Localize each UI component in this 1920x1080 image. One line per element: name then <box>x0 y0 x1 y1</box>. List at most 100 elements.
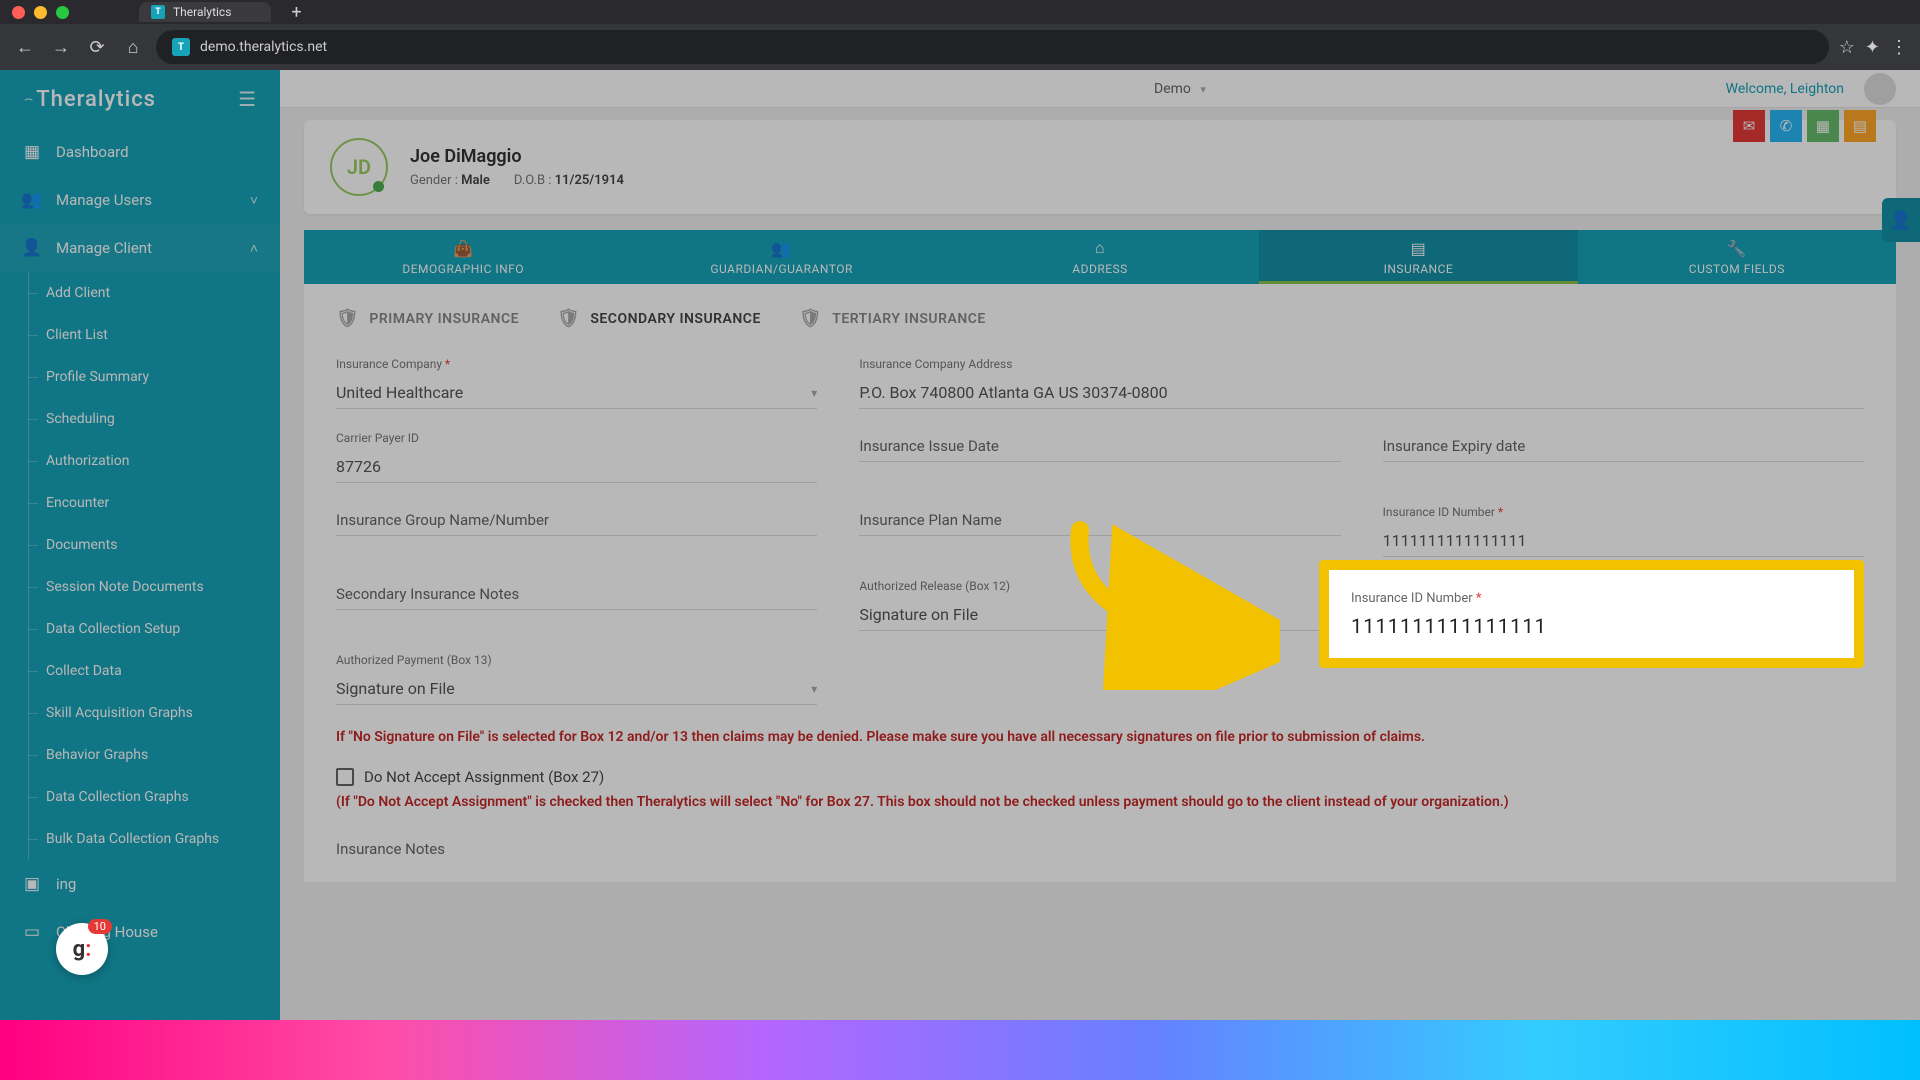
sidebar-sub-add-client[interactable]: Add Client <box>0 272 280 314</box>
ins-tab-secondary[interactable]: 🛡 SECONDARY INSURANCE <box>557 308 761 329</box>
extensions-icon[interactable]: ✦ <box>1865 37 1880 58</box>
insurance-notes-label: Insurance Notes <box>336 840 1864 858</box>
field-secondary-notes[interactable]: Secondary Insurance Notes <box>336 579 817 631</box>
sidebar-sub-client-list[interactable]: Client List <box>0 314 280 356</box>
sidebar-sub-authorization[interactable]: Authorization <box>0 440 280 482</box>
client-name: Joe DiMaggio <box>410 146 624 167</box>
browser-tab[interactable]: T Theralytics <box>139 2 271 22</box>
chevron-down-icon: ▾ <box>811 386 817 400</box>
back-button[interactable]: ← <box>12 34 38 60</box>
field-authorized-release[interactable]: Authorized Release (Box 12) Signature on… <box>859 579 1340 631</box>
do-not-accept-assignment-row[interactable]: Do Not Accept Assignment (Box 27) <box>336 768 1864 786</box>
new-tab-button[interactable]: + <box>291 2 301 23</box>
sidebar-sub-profile-summary[interactable]: Profile Summary <box>0 356 280 398</box>
sidebar-item-label: Manage Client <box>56 239 236 257</box>
sidebar-sub-scheduling[interactable]: Scheduling <box>0 398 280 440</box>
dashboard-icon: ▦ <box>22 142 42 162</box>
sidebar-item-manage-client[interactable]: 👤 Manage Client ˄ <box>0 224 280 272</box>
tab-insurance[interactable]: ▤ INSURANCE <box>1259 230 1577 284</box>
sidebar-sub-session-note-documents[interactable]: Session Note Documents <box>0 566 280 608</box>
field-issue-date[interactable]: Insurance Issue Date <box>859 431 1340 483</box>
chevron-down-icon: ▾ <box>811 682 817 696</box>
sidebar-sub-encounter[interactable]: Encounter <box>0 482 280 524</box>
logo-row: ⌢ Theralytics ☰ <box>0 70 280 128</box>
maximize-window-icon[interactable] <box>56 6 69 19</box>
signature-warning: If "No Signature on File" is selected fo… <box>336 727 1864 748</box>
tab-demographic-info[interactable]: 👜 DEMOGRAPHIC INFO <box>304 230 622 284</box>
reload-button[interactable]: ⟳ <box>84 34 110 60</box>
floating-help-widget[interactable]: g: 10 <box>56 923 108 975</box>
insurance-sub-tabs: 🛡 PRIMARY INSURANCE 🛡 SECONDARY INSURANC… <box>336 308 1864 329</box>
home-button[interactable]: ⌂ <box>120 34 146 60</box>
tab-title: Theralytics <box>173 5 231 19</box>
wrench-icon: 🔧 <box>1727 239 1747 258</box>
sidebar-sub-bulk-data-collection-graphs[interactable]: Bulk Data Collection Graphs <box>0 818 280 860</box>
calendar-icon[interactable]: ▤ <box>1844 110 1876 142</box>
sidebar-sub-data-collection-setup[interactable]: Data Collection Setup <box>0 608 280 650</box>
mail-icon[interactable]: ✉ <box>1733 110 1765 142</box>
field-authorized-payment[interactable]: Authorized Payment (Box 13) Signature on… <box>336 653 817 705</box>
sidebar-sub-data-collection-graphs[interactable]: Data Collection Graphs <box>0 776 280 818</box>
ins-tab-tertiary[interactable]: 🛡 TERTIARY INSURANCE <box>799 308 986 329</box>
field-group-name[interactable]: Insurance Group Name/Number <box>336 505 817 557</box>
document-icon: ▤ <box>1411 239 1427 258</box>
sidebar-item-label: Dashboard <box>56 143 258 161</box>
field-insurance-id-number[interactable]: Insurance ID Number * 1111111111111111 <box>1383 505 1864 557</box>
forward-button[interactable]: → <box>48 34 74 60</box>
field-insurance-company[interactable]: Insurance Company * United Healthcare▾ <box>336 357 817 409</box>
sidebar-item-billing-partial[interactable]: ▣ ing <box>0 860 280 908</box>
sidebar-sub-collect-data[interactable]: Collect Data <box>0 650 280 692</box>
tab-custom-fields[interactable]: 🔧 CUSTOM FIELDS <box>1578 230 1896 284</box>
highlight-insurance-id: Insurance ID Number * 1111111111111111 <box>1319 560 1864 668</box>
tab-guardian-guarantor[interactable]: 👥 GUARDIAN/GUARANTOR <box>622 230 940 284</box>
sidebar-sub-documents[interactable]: Documents <box>0 524 280 566</box>
url-text: demo.theralytics.net <box>200 39 327 55</box>
sidebar-item-manage-users[interactable]: 👥 Manage Users ˅ <box>0 176 280 224</box>
shield-icon: 🛡 <box>557 308 580 329</box>
floating-user-button[interactable]: 👤 <box>1882 198 1920 242</box>
sidebar-sub-skill-acquisition-graphs[interactable]: Skill Acquisition Graphs <box>0 692 280 734</box>
chevron-down-icon: ▾ <box>1200 83 1206 96</box>
client-header-card: JD Joe DiMaggio Gender : Male D.O.B : 11… <box>304 120 1896 214</box>
bookmark-icon[interactable]: ☆ <box>1839 37 1855 58</box>
people-icon: 👥 <box>771 239 791 258</box>
field-carrier-payer-id[interactable]: Carrier Payer ID 87726 <box>336 431 817 483</box>
field-expiry-date[interactable]: Insurance Expiry date <box>1383 431 1864 483</box>
grid-icon[interactable]: ▦ <box>1807 110 1839 142</box>
browser-toolbar: ← → ⟳ ⌂ T demo.theralytics.net ☆ ✦ ⋮ <box>0 24 1920 70</box>
sidebar-item-dashboard[interactable]: ▦ Dashboard <box>0 128 280 176</box>
user-avatar[interactable] <box>1864 73 1896 105</box>
ins-tab-primary[interactable]: 🛡 PRIMARY INSURANCE <box>336 308 519 329</box>
calendar-icon: ▣ <box>22 874 42 894</box>
sidebar-item-label: Manage Users <box>56 191 236 209</box>
browser-tab-strip: T Theralytics + <box>0 0 1920 24</box>
topbar: Demo ▾ Welcome, Leighton <box>280 70 1920 108</box>
widget-logo-icon: g: <box>73 937 92 962</box>
sidebar-item-label: ing <box>56 875 258 893</box>
checkbox-icon[interactable] <box>336 768 354 786</box>
tab-favicon-icon: T <box>151 5 165 19</box>
browser-menu-icon[interactable]: ⋮ <box>1890 37 1908 58</box>
tab-address[interactable]: ⌂ ADDRESS <box>941 230 1259 284</box>
client-action-icons: ✉ ✆ ▦ ▤ <box>1733 110 1876 142</box>
highlight-value: 1111111111111111 <box>1351 614 1832 638</box>
org-selector[interactable]: Demo ▾ <box>1154 81 1206 97</box>
site-favicon-icon: T <box>172 38 190 56</box>
main-content: Demo ▾ Welcome, Leighton JD Joe DiMaggio… <box>280 70 1920 1020</box>
sidebar-sub-behavior-graphs[interactable]: Behavior Graphs <box>0 734 280 776</box>
notification-badge: 10 <box>88 919 112 934</box>
assignment-warning: (If "Do Not Accept Assignment" is checke… <box>336 794 1864 810</box>
client-avatar: JD <box>330 138 388 196</box>
field-company-address[interactable]: Insurance Company Address P.O. Box 74080… <box>859 357 1864 409</box>
shield-icon: 🛡 <box>799 308 822 329</box>
field-plan-name[interactable]: Insurance Plan Name <box>859 505 1340 557</box>
sidebar-item-clearing-house[interactable]: ▭ Clearing House <box>0 908 280 956</box>
welcome-text: Welcome, Leighton <box>1726 81 1844 97</box>
phone-icon[interactable]: ✆ <box>1770 110 1802 142</box>
close-window-icon[interactable] <box>12 6 25 19</box>
users-icon: 👥 <box>22 190 42 210</box>
brand-logo: ⌢ Theralytics <box>24 87 156 112</box>
sidebar-collapse-icon[interactable]: ☰ <box>238 87 256 111</box>
minimize-window-icon[interactable] <box>34 6 47 19</box>
address-bar[interactable]: T demo.theralytics.net <box>156 30 1829 64</box>
